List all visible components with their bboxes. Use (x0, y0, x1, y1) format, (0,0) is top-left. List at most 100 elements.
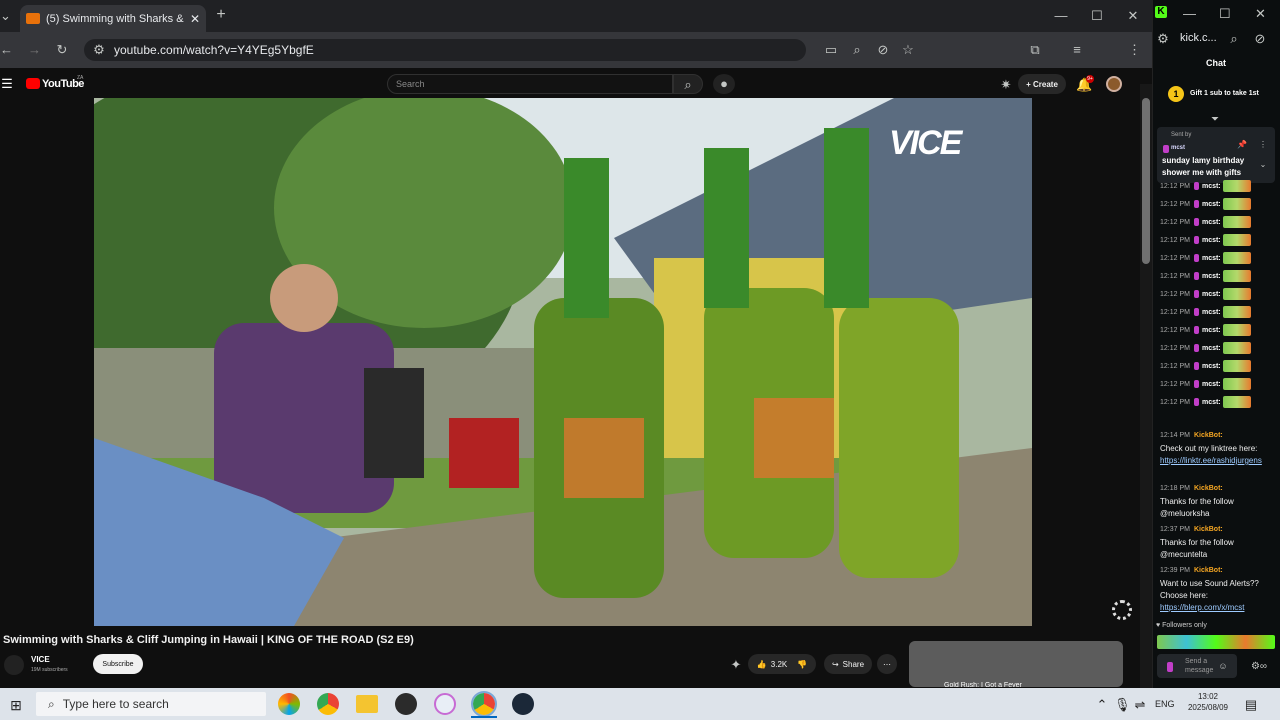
address-bar[interactable]: ⚙ youtube.com/watch?v=Y4YEg5YbgfE (84, 39, 806, 61)
dislike-icon[interactable]: 👎 (797, 660, 807, 669)
chat-message[interactable]: 12:12 PM mcst: (1160, 342, 1251, 354)
kick-zoom-icon[interactable]: ⌕ (1228, 31, 1240, 47)
message-username[interactable]: mcst: (1202, 183, 1221, 190)
chat-message[interactable]: 12:12 PM mcst: (1160, 306, 1251, 318)
chat-message[interactable]: 12:18 PM KickBot: (1160, 485, 1223, 492)
message-username[interactable]: mcst: (1202, 291, 1221, 298)
chrome-active-icon[interactable] (471, 691, 497, 717)
language-indicator[interactable]: ENG (1155, 699, 1175, 709)
voice-search-button[interactable]: ● (713, 74, 735, 94)
chat-message[interactable]: 12:12 PM mcst: (1160, 396, 1251, 408)
kick-minimize-icon[interactable]: — (1183, 6, 1196, 22)
chat-message[interactable]: 12:12 PM mcst: (1160, 324, 1251, 336)
message-username[interactable]: mcst: (1202, 273, 1221, 280)
zoom-icon[interactable]: ⌕ (850, 42, 864, 58)
chat-message[interactable]: 12:12 PM mcst: (1160, 198, 1251, 210)
taskbar-search-input[interactable]: ⌕ Type here to search (36, 692, 266, 716)
linktree-link[interactable]: https://linktr.ee/rashidjurgens (1160, 456, 1262, 465)
steam-icon[interactable] (512, 693, 534, 715)
bookmark-star-icon[interactable]: ☆ (901, 42, 915, 58)
ai-sparkle-icon[interactable]: ✦ (729, 657, 743, 673)
message-username[interactable]: mcst: (1202, 237, 1221, 244)
microphone-tray-icon[interactable]: 🎙 (1114, 697, 1131, 713)
chat-message[interactable]: 12:12 PM mcst: (1160, 180, 1251, 192)
message-username[interactable]: mcst: (1202, 345, 1221, 352)
reload-icon[interactable]: ↻ (56, 42, 68, 58)
chat-message[interactable]: 12:12 PM mcst: (1160, 288, 1251, 300)
windows-start-icon[interactable]: ⊞ (8, 697, 24, 713)
kick-maximize-icon[interactable]: ☐ (1219, 6, 1231, 22)
gift-crown-icon[interactable]: 1 (1168, 86, 1184, 102)
tray-overflow-icon[interactable]: ⌃ (1096, 697, 1108, 713)
pinned-expand-icon[interactable]: ⌄ (1259, 157, 1267, 173)
minimize-icon[interactable]: — (1054, 8, 1068, 24)
close-tab-icon[interactable]: ✕ (190, 12, 200, 26)
pinned-menu-icon[interactable]: ⋮ (1259, 137, 1267, 153)
message-username[interactable]: mcst: (1202, 309, 1221, 316)
obs-icon[interactable] (395, 693, 417, 715)
channel-avatar[interactable] (4, 655, 24, 675)
share-button[interactable]: ↪ Share (824, 654, 872, 674)
kick-close-icon[interactable]: ✕ (1255, 6, 1266, 22)
subscribe-button[interactable]: Subscribe (93, 654, 143, 674)
like-count[interactable]: 3.2K (771, 660, 787, 669)
message-username[interactable]: mcst: (1202, 219, 1221, 226)
close-window-icon[interactable]: ✕ (1126, 8, 1140, 24)
taskbar-clock[interactable]: 13:02 2025/08/09 (1183, 691, 1233, 713)
cast-icon[interactable]: ▭ (824, 42, 838, 58)
tab-search-icon[interactable]: ⌄ (0, 8, 11, 24)
next-video-thumbnail[interactable] (909, 641, 1123, 687)
emote-bar[interactable] (1157, 635, 1275, 649)
back-icon[interactable]: ← (0, 42, 13, 58)
message-username[interactable]: mcst: (1202, 201, 1221, 208)
video-player[interactable]: VICE (94, 98, 1032, 626)
pinned-user[interactable]: mcst (1171, 145, 1185, 151)
menu-dots-icon[interactable]: ⋮ (1128, 42, 1141, 58)
new-tab-button[interactable]: + (214, 7, 228, 23)
chat-message[interactable]: 12:37 PM KickBot: (1160, 526, 1223, 533)
chat-message[interactable]: 12:12 PM mcst: (1160, 270, 1251, 282)
gift-sub-text[interactable]: Gift 1 sub to take 1st (1190, 90, 1259, 97)
copilot-icon[interactable] (278, 693, 300, 715)
scrollbar-thumb[interactable] (1142, 98, 1150, 264)
tab-youtube[interactable]: (5) Swimming with Sharks & ✕ (20, 5, 206, 32)
youtube-search-input[interactable]: Search (387, 74, 673, 94)
media-control-icon[interactable]: ≡ (1070, 42, 1084, 58)
site-info-icon[interactable]: ⚙ (92, 42, 106, 58)
chat-message[interactable]: 12:39 PM KickBot: (1160, 567, 1223, 574)
message-username[interactable]: mcst: (1202, 255, 1221, 262)
more-actions-button[interactable]: ⋯ (877, 654, 897, 674)
chat-message[interactable]: 12:12 PM mcst: (1160, 234, 1251, 246)
account-avatar[interactable] (1106, 76, 1122, 92)
message-username[interactable]: mcst: (1202, 381, 1221, 388)
youtube-logo-icon[interactable] (26, 78, 40, 89)
chat-message[interactable]: 12:12 PM mcst: (1160, 378, 1251, 390)
blerp-link[interactable]: https://blerp.com/x/mcst (1160, 603, 1244, 612)
kick-site-settings-icon[interactable]: ⚙ (1157, 31, 1169, 47)
maximize-icon[interactable]: ☐ (1090, 8, 1104, 24)
chrome-icon[interactable] (317, 693, 339, 715)
extensions-puzzle-icon[interactable]: ⧉ (1028, 42, 1042, 58)
notification-center-icon[interactable]: ▤ (1244, 697, 1258, 713)
network-icon[interactable]: ⇌ (1134, 697, 1146, 713)
search-button[interactable]: ⌕ (673, 74, 703, 94)
message-username[interactable]: mcst: (1202, 399, 1221, 406)
pin-icon[interactable]: 📌 (1237, 137, 1247, 153)
forward-icon[interactable]: → (28, 42, 41, 58)
privacy-icon[interactable]: ⊘ (876, 42, 890, 58)
chat-settings-icon[interactable]: ⚙∞ (1245, 659, 1273, 675)
pin-toggle-icon[interactable]: ⏷ (1209, 112, 1221, 128)
chat-message[interactable]: 12:12 PM mcst: (1160, 360, 1251, 372)
message-username[interactable]: mcst: (1202, 363, 1221, 370)
file-explorer-icon[interactable] (356, 695, 378, 713)
like-icon[interactable]: 👍 (757, 660, 767, 669)
kick-privacy-icon[interactable]: ⊘ (1253, 31, 1267, 47)
create-button[interactable]: + Create (1018, 74, 1066, 94)
emoji-icon[interactable]: ☺ (1217, 658, 1229, 674)
cast-yt-icon[interactable]: ✷ (999, 77, 1013, 93)
chat-message[interactable]: 12:14 PM KickBot: (1160, 432, 1223, 439)
chat-message[interactable]: 12:12 PM mcst: (1160, 252, 1251, 264)
message-username[interactable]: mcst: (1202, 327, 1221, 334)
send-message-input[interactable]: Send a message ☺ (1157, 654, 1237, 678)
snipping-tool-icon[interactable] (434, 693, 456, 715)
